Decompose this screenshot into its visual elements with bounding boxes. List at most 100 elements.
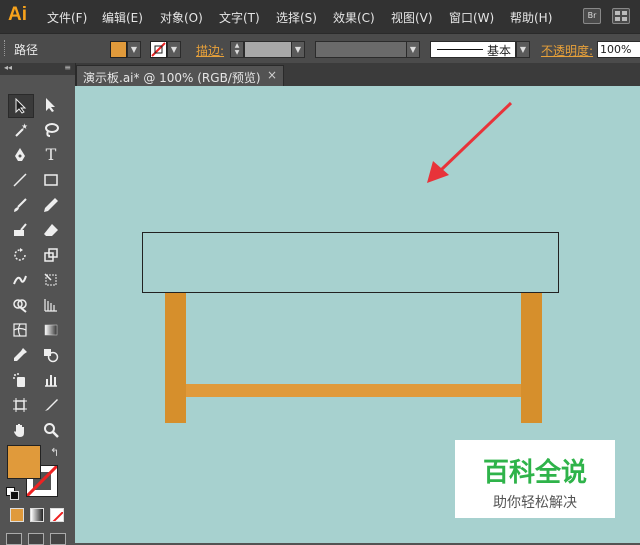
bridge-button[interactable]: Br: [583, 8, 601, 24]
scale-tool[interactable]: [39, 244, 63, 266]
table-crossbar[interactable]: [186, 384, 521, 397]
color-mode-button[interactable]: [10, 508, 24, 522]
fill-swatch[interactable]: [110, 41, 127, 58]
menu-view[interactable]: 视图(V): [391, 9, 433, 26]
menu-effect[interactable]: 效果(C): [333, 9, 375, 26]
perspective-grid-tool[interactable]: [39, 294, 63, 316]
close-icon[interactable]: ×: [267, 68, 277, 82]
app-logo: Ai: [8, 4, 27, 25]
draw-inside-button[interactable]: [50, 533, 66, 545]
table-top[interactable]: [142, 232, 559, 293]
opacity-label[interactable]: 不透明度:: [541, 42, 593, 59]
zoom-tool[interactable]: [39, 419, 63, 441]
fill-color-box[interactable]: [7, 445, 41, 479]
column-graph-icon: [45, 375, 57, 387]
none-mode-button[interactable]: [50, 508, 64, 522]
column-graph-tool[interactable]: [39, 369, 63, 391]
document-tab[interactable]: 演示板.ai* @ 100% (RGB/预览) ×: [76, 65, 284, 87]
shape-builder-tool[interactable]: [8, 294, 32, 316]
document-tab-title: 演示板.ai* @ 100% (RGB/预览): [83, 71, 261, 85]
fill-dropdown[interactable]: ▼: [127, 41, 141, 58]
warp-tool[interactable]: [8, 269, 32, 291]
selection-type-label: 路径: [14, 43, 39, 57]
table-leg-right[interactable]: [521, 291, 542, 423]
mesh-tool[interactable]: [8, 319, 32, 341]
line-segment-tool[interactable]: [8, 169, 32, 191]
brush-definition[interactable]: 基本: [430, 41, 516, 58]
brush-name: 基本: [487, 44, 512, 58]
magic-wand-tool[interactable]: [8, 119, 32, 141]
gradient-icon: [44, 324, 58, 336]
selection-arrow-icon: [15, 98, 27, 114]
swap-fill-stroke-icon[interactable]: ↰: [50, 446, 59, 459]
menu-bar: Ai 文件(F) 编辑(E) 对象(O) 文字(T) 选择(S) 效果(C) 视…: [0, 0, 640, 33]
default-colors-icon[interactable]: [6, 487, 19, 500]
direct-selection-tool[interactable]: [39, 94, 63, 116]
panel-menu-icon[interactable]: ≡: [64, 63, 71, 72]
rotate-tool[interactable]: [8, 244, 32, 266]
zoom-icon: [44, 423, 59, 438]
paintbrush-tool[interactable]: [8, 194, 32, 216]
menu-file[interactable]: 文件(F): [47, 9, 87, 26]
lasso-icon: [45, 123, 59, 137]
draw-normal-button[interactable]: [6, 533, 22, 545]
document-tab-bar: 演示板.ai* @ 100% (RGB/预览) ×: [75, 63, 640, 87]
brush-dropdown[interactable]: ▼: [516, 41, 530, 58]
panel-grip[interactable]: [4, 40, 8, 56]
eraser-icon: [44, 224, 58, 236]
artboard-tool[interactable]: [8, 394, 32, 416]
stroke-dropdown[interactable]: ▼: [167, 41, 181, 58]
stroke-weight-stepper[interactable]: ▲ ▼: [230, 41, 244, 58]
brush-stroke-preview: [437, 49, 483, 50]
rectangle-tool[interactable]: [39, 169, 63, 191]
variable-width-dropdown[interactable]: ▼: [406, 41, 420, 58]
free-transform-tool[interactable]: [39, 269, 63, 291]
mesh-icon: [13, 323, 27, 337]
pencil-tool[interactable]: [39, 194, 63, 216]
collapse-icon[interactable]: ◂◂: [4, 63, 12, 72]
blend-tool[interactable]: [39, 344, 63, 366]
opacity-input[interactable]: 100%: [597, 41, 640, 58]
grid-icon: [615, 17, 620, 21]
selection-tool[interactable]: [8, 94, 34, 118]
grid-icon: [622, 11, 627, 15]
eyedropper-tool[interactable]: [8, 344, 32, 366]
tools-panel-header[interactable]: ◂◂ ≡: [0, 63, 75, 75]
variable-width-profile[interactable]: [315, 41, 407, 58]
perspective-grid-icon: [44, 299, 57, 312]
lasso-tool[interactable]: [39, 119, 63, 141]
grid-icon: [622, 17, 627, 21]
menu-help[interactable]: 帮助(H): [510, 9, 552, 26]
hand-tool[interactable]: [8, 419, 32, 441]
draw-behind-button[interactable]: [28, 533, 44, 545]
magic-wand-icon: [15, 123, 28, 137]
pen-tool[interactable]: [8, 144, 32, 166]
eraser-tool[interactable]: [39, 219, 63, 241]
menu-window[interactable]: 窗口(W): [449, 9, 494, 26]
paintbrush-icon: [14, 198, 27, 212]
hand-icon: [14, 424, 24, 437]
rotate-icon: [14, 248, 26, 261]
gradient-mode-button[interactable]: [30, 508, 44, 522]
symbol-sprayer-tool[interactable]: [8, 369, 32, 391]
control-bar: 路径 ▼ ▼ 描边: ▲ ▼ ▼ ▼ 基本 ▼ 不透明度: 100%: [0, 33, 640, 64]
gradient-tool[interactable]: [39, 319, 63, 341]
line-icon: [13, 173, 27, 187]
stroke-weight-input[interactable]: [244, 41, 292, 58]
stroke-weight-label[interactable]: 描边:: [196, 42, 224, 59]
type-tool[interactable]: T: [39, 144, 63, 166]
stroke-swatch[interactable]: [150, 41, 167, 58]
blend-icon: [44, 349, 59, 363]
blob-brush-tool[interactable]: [8, 219, 32, 241]
stroke-weight-dropdown[interactable]: ▼: [291, 41, 305, 58]
menu-select[interactable]: 选择(S): [276, 9, 317, 26]
slice-tool[interactable]: [39, 394, 63, 416]
watermark-title: 百科全说: [482, 458, 587, 488]
rectangle-icon: [44, 174, 58, 186]
menu-edit[interactable]: 编辑(E): [102, 9, 143, 26]
table-leg-left[interactable]: [165, 291, 186, 423]
watermark-subtitle: 助你轻松解决: [493, 495, 577, 511]
arrange-documents-button[interactable]: [612, 8, 630, 24]
menu-object[interactable]: 对象(O): [160, 9, 203, 26]
menu-type[interactable]: 文字(T): [219, 9, 260, 26]
